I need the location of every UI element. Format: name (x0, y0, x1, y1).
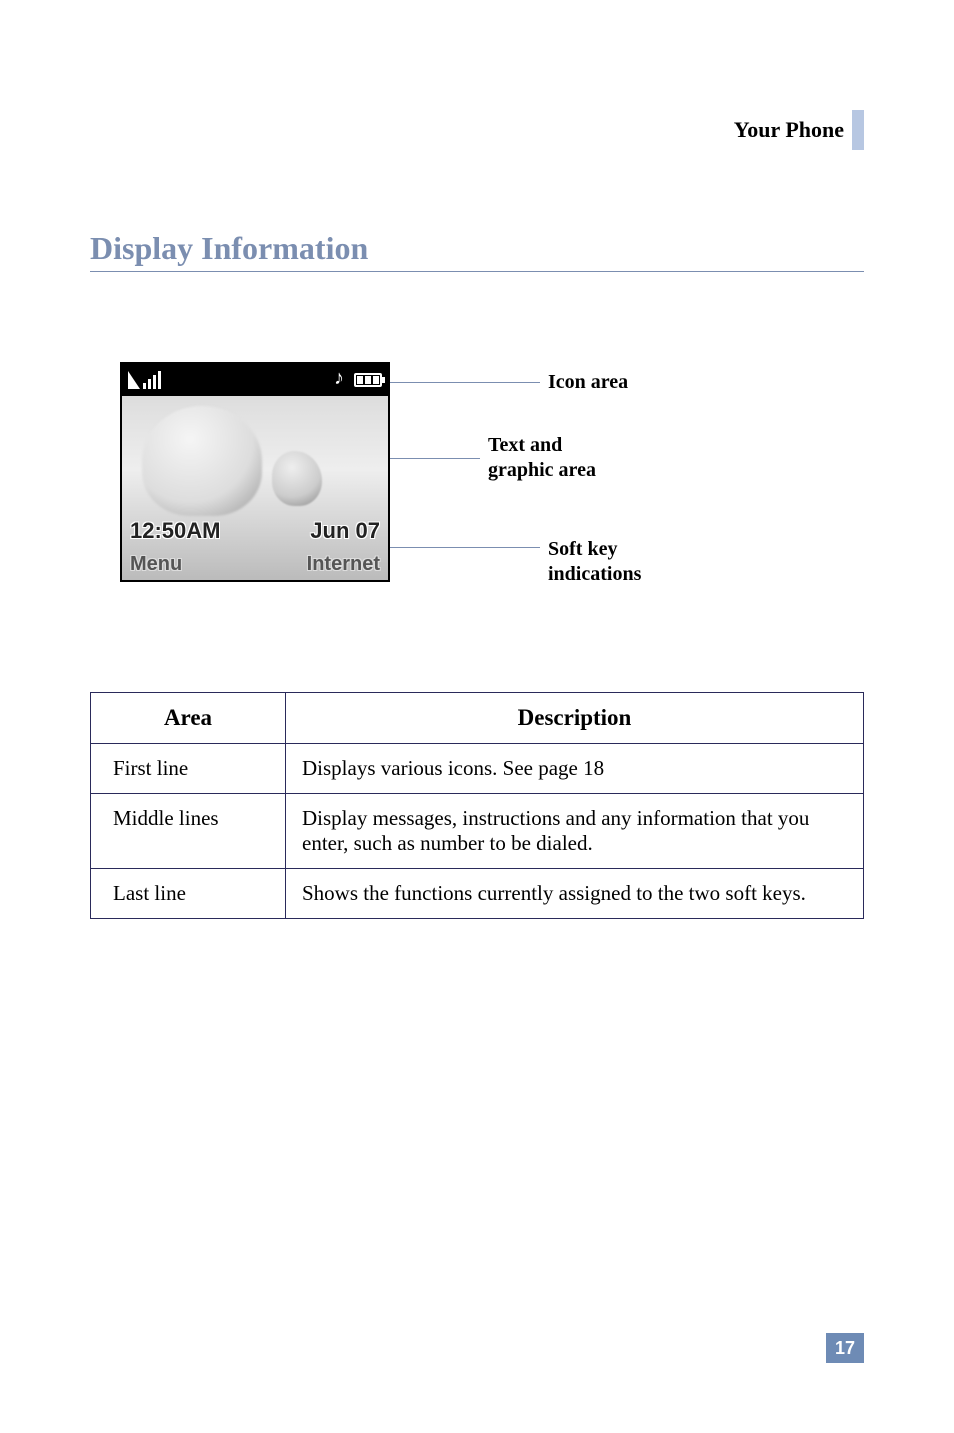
screen-wallpaper-area: 12:50AM Jun 07 Menu Internet (122, 396, 388, 580)
callout-leader-line (390, 458, 480, 459)
callout-icon-area: Icon area (390, 370, 641, 395)
status-icons-right (334, 371, 382, 389)
battery-icon (354, 373, 382, 387)
screen-icon-bar (122, 364, 388, 396)
screen-time: 12:50AM (130, 518, 220, 544)
softkey-left-label: Menu (130, 553, 182, 576)
signal-icon (128, 371, 161, 389)
screen-softkey-row: Menu Internet (122, 553, 388, 576)
th-description: Description (286, 693, 864, 744)
cell-desc: Displays various icons. See page 18 (286, 744, 864, 794)
screen-time-date-row: 12:50AM Jun 07 (122, 518, 388, 544)
music-note-icon (334, 371, 348, 389)
screen-date: Jun 07 (310, 518, 380, 544)
cell-area: Middle lines (91, 794, 286, 869)
page-number-badge: 17 (826, 1333, 864, 1363)
table-row: Last line Shows the functions currently … (91, 869, 864, 919)
callout-label: Soft key indications (548, 537, 641, 587)
phone-screen-mock: 12:50AM Jun 07 Menu Internet (120, 362, 390, 582)
header-accent-tab (852, 110, 864, 150)
callout-label: Text and graphic area (488, 433, 596, 483)
th-area: Area (91, 693, 286, 744)
table-header-row: Area Description (91, 693, 864, 744)
section-heading: Display Information (90, 230, 864, 272)
table-row: Middle lines Display messages, instructi… (91, 794, 864, 869)
figure-callouts: Icon area Text and graphic area Soft key… (390, 362, 641, 582)
wallpaper-duckling (272, 451, 322, 506)
cell-area: First line (91, 744, 286, 794)
callout-label: Icon area (548, 370, 628, 395)
cell-area: Last line (91, 869, 286, 919)
display-areas-table: Area Description First line Displays var… (90, 692, 864, 919)
callout-text-graphic-area: Text and graphic area (390, 433, 641, 483)
cell-desc: Shows the functions currently assigned t… (286, 869, 864, 919)
table-row: First line Displays various icons. See p… (91, 744, 864, 794)
page-header: Your Phone (90, 110, 864, 150)
softkey-right-label: Internet (307, 553, 380, 576)
callout-softkey-indications: Soft key indications (390, 537, 641, 587)
cell-desc: Display messages, instructions and any i… (286, 794, 864, 869)
callout-leader-line (390, 382, 540, 383)
wallpaper-puppy (142, 406, 262, 516)
chapter-title: Your Phone (734, 117, 844, 143)
callout-leader-line (390, 547, 540, 548)
display-figure: 12:50AM Jun 07 Menu Internet Icon area T… (120, 362, 864, 582)
page-container: Your Phone Display Information (0, 0, 954, 1433)
